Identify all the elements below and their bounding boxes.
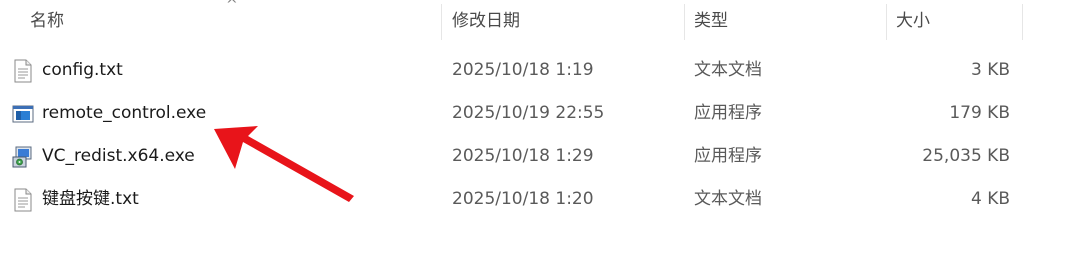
- file-row-keyboard-keys[interactable]: 键盘按键.txt 2025/10/18 1:20 文本文档 4 KB: [0, 178, 1080, 221]
- column-header-type[interactable]: 类型: [694, 0, 728, 42]
- file-row-remote-control[interactable]: remote_control.exe 2025/10/19 22:55 应用程序…: [0, 92, 1080, 135]
- file-name[interactable]: VC_redist.x64.exe: [42, 135, 195, 178]
- column-header-name[interactable]: 名称: [30, 0, 64, 42]
- file-modified: 2025/10/18 1:19: [452, 60, 594, 80]
- file-row-config[interactable]: config.txt 2025/10/18 1:19 文本文档 3 KB: [0, 49, 1080, 92]
- column-header-bar: ^ 名称 修改日期 类型 大小: [0, 0, 1080, 42]
- file-name[interactable]: 键盘按键.txt: [42, 178, 139, 221]
- file-explorer-list: ^ 名称 修改日期 类型 大小 config.txt 2025/10/18 1:…: [0, 0, 1080, 264]
- file-size: 179 KB: [949, 103, 1010, 123]
- text-file-icon: [14, 59, 32, 83]
- file-type: 应用程序: [694, 146, 762, 166]
- file-type: 应用程序: [694, 103, 762, 123]
- text-file-icon: [14, 188, 32, 212]
- file-row-vc-redist[interactable]: VC_redist.x64.exe 2025/10/18 1:29 应用程序 2…: [0, 135, 1080, 178]
- installer-icon: [12, 146, 32, 168]
- file-type: 文本文档: [694, 189, 762, 209]
- file-size: 4 KB: [970, 189, 1010, 209]
- column-header-modified[interactable]: 修改日期: [452, 0, 520, 42]
- sort-ascending-icon: ^: [226, 0, 238, 13]
- column-divider[interactable]: [886, 4, 887, 40]
- file-name[interactable]: config.txt: [42, 49, 123, 92]
- file-name[interactable]: remote_control.exe: [42, 92, 206, 135]
- column-divider[interactable]: [684, 4, 685, 40]
- column-header-size[interactable]: 大小: [896, 0, 930, 42]
- application-icon: [12, 105, 34, 123]
- file-size: 25,035 KB: [922, 146, 1010, 166]
- column-divider[interactable]: [441, 4, 442, 40]
- file-modified: 2025/10/18 1:20: [452, 189, 594, 209]
- column-divider[interactable]: [1022, 4, 1023, 40]
- file-modified: 2025/10/18 1:29: [452, 146, 594, 166]
- file-type: 文本文档: [694, 60, 762, 80]
- file-size: 3 KB: [970, 60, 1010, 80]
- file-modified: 2025/10/19 22:55: [452, 103, 605, 123]
